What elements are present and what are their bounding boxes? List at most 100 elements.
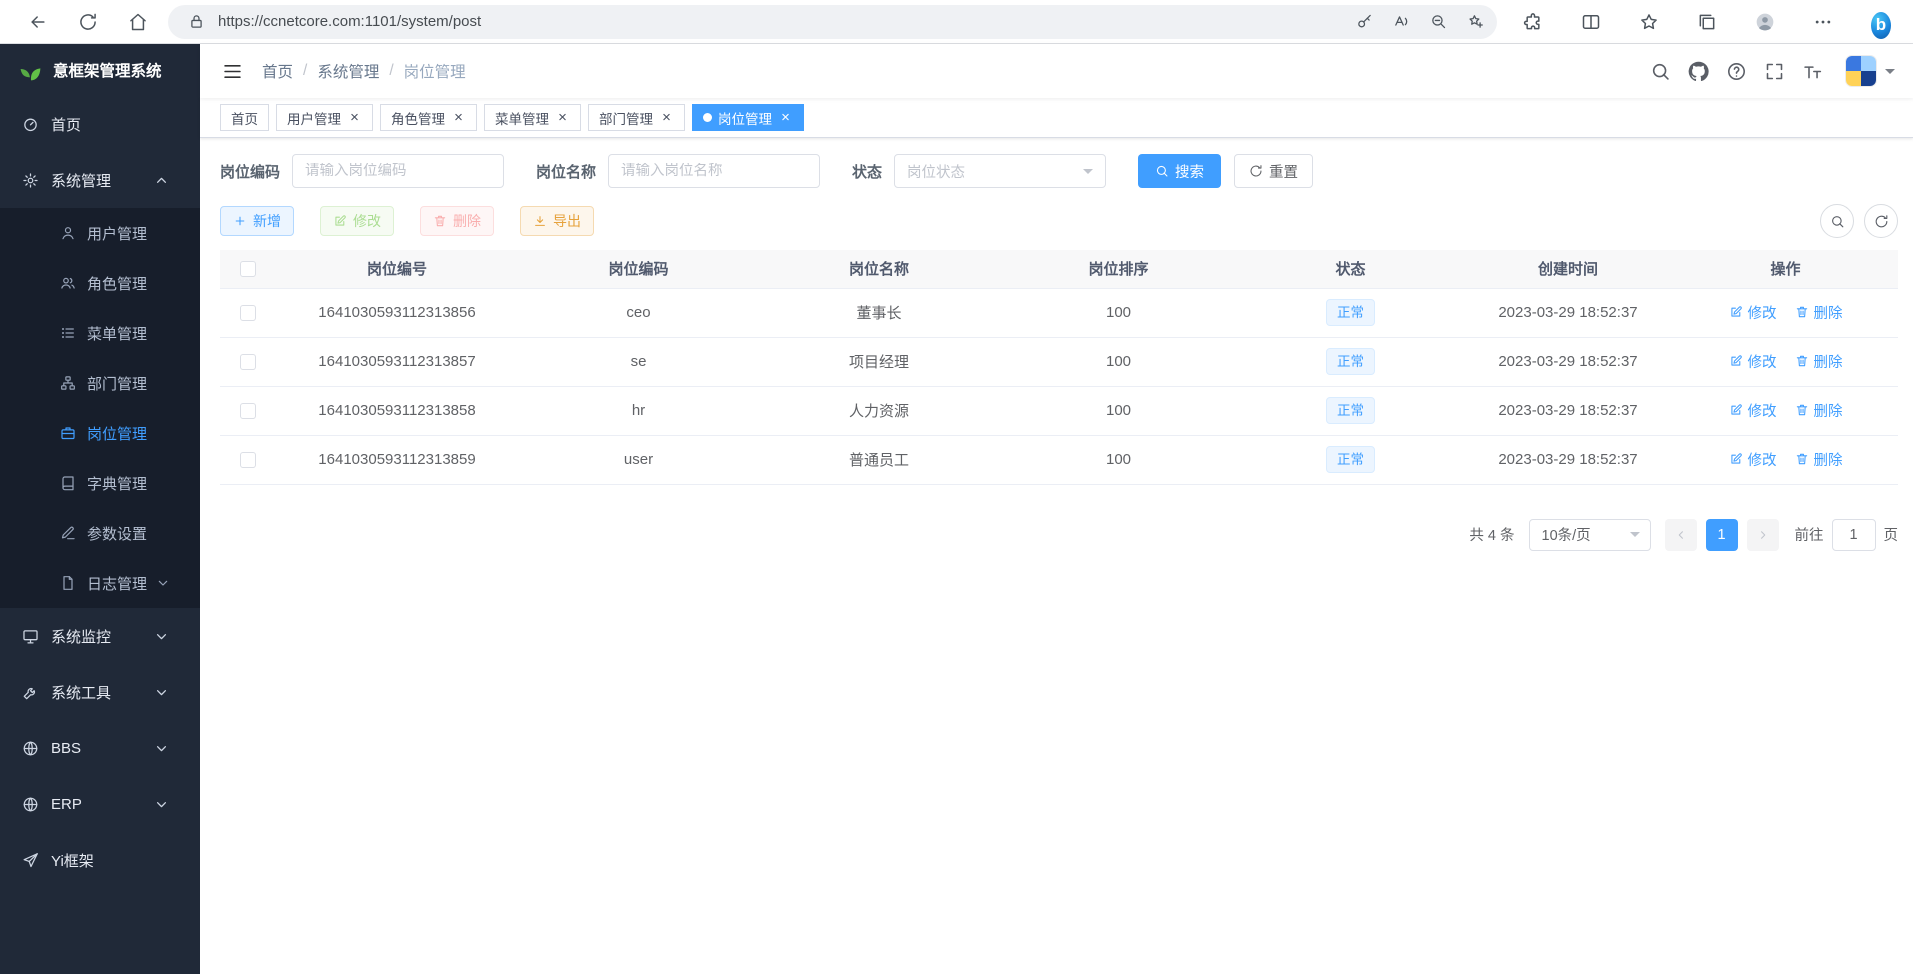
sidebar-item-user-management[interactable]: 用户管理 — [0, 208, 200, 258]
row-delete-link[interactable]: 删除 — [1795, 351, 1843, 372]
row-checkbox[interactable] — [240, 354, 256, 370]
row-checkbox[interactable] — [240, 452, 256, 468]
sidebar-item-yi-framework[interactable]: Yi框架 — [0, 832, 200, 888]
tag-user-management[interactable]: 用户管理× — [276, 104, 373, 131]
home-button[interactable] — [120, 4, 156, 40]
sidebar-item-label: 菜单管理 — [87, 323, 147, 344]
row-delete-link[interactable]: 删除 — [1795, 400, 1843, 421]
post-name-input[interactable] — [621, 163, 807, 179]
sidebar-item-bbs[interactable]: BBS — [0, 720, 200, 776]
goto-page-input[interactable] — [1832, 519, 1876, 551]
search-button[interactable]: 搜索 — [1138, 154, 1221, 188]
favorites-bar-button[interactable] — [1631, 4, 1667, 40]
sidebar-item-system-tools[interactable]: 系统工具 — [0, 664, 200, 720]
sidebar-item-post-management[interactable]: 岗位管理 — [0, 408, 200, 458]
sidebar-item-log-management[interactable]: 日志管理 — [0, 558, 200, 608]
close-icon[interactable]: × — [778, 110, 793, 125]
breadcrumb: 首页 / 系统管理 / 岗位管理 — [262, 60, 466, 82]
avatar[interactable] — [1845, 55, 1877, 87]
tag-dept-management[interactable]: 部门管理× — [588, 104, 685, 131]
user-menu[interactable] — [1845, 55, 1895, 87]
row-edit-link[interactable]: 修改 — [1729, 351, 1777, 372]
close-icon[interactable]: × — [555, 110, 570, 125]
zoom-out-button[interactable] — [1424, 8, 1452, 36]
table-row: 1641030593112313856ceo董事长100正常2023-03-29… — [220, 288, 1898, 337]
profile-button[interactable] — [1747, 4, 1783, 40]
sidebar-item-param-settings[interactable]: 参数设置 — [0, 508, 200, 558]
collections-button[interactable] — [1689, 4, 1725, 40]
address-bar[interactable]: https://ccnetcore.com:1101/system/post — [168, 5, 1497, 39]
tag-role-management[interactable]: 角色管理× — [380, 104, 477, 131]
fullscreen-icon — [1764, 61, 1785, 82]
row-delete-link[interactable]: 删除 — [1795, 449, 1843, 470]
close-icon[interactable]: × — [451, 110, 466, 125]
edit-square-icon — [1729, 354, 1743, 368]
url-text[interactable]: https://ccnetcore.com:1101/system/post — [218, 13, 1350, 30]
close-icon[interactable]: × — [659, 110, 674, 125]
split-screen-button[interactable] — [1573, 4, 1609, 40]
page-number-button[interactable]: 1 — [1706, 519, 1738, 551]
sidebar-item-dept-management[interactable]: 部门管理 — [0, 358, 200, 408]
refresh-table-button[interactable] — [1864, 204, 1898, 238]
breadcrumb-item-home[interactable]: 首页 — [262, 60, 293, 82]
question-button[interactable] — [1724, 59, 1749, 84]
search-button[interactable] — [1648, 59, 1673, 84]
github-icon — [1688, 61, 1709, 82]
leaf-icon — [18, 58, 43, 83]
sidebar-item-erp[interactable]: ERP — [0, 776, 200, 832]
tag-post-management[interactable]: 岗位管理× — [692, 104, 804, 131]
read-aloud-button[interactable] — [1387, 8, 1415, 36]
tag-menu-management[interactable]: 菜单管理× — [484, 104, 581, 131]
sidebar-menu: 首页系统管理用户管理角色管理菜单管理部门管理岗位管理字典管理参数设置日志管理系统… — [0, 96, 200, 974]
export-button[interactable]: 导出 — [520, 206, 594, 236]
github-button[interactable] — [1686, 59, 1711, 84]
main-area: 首页 / 系统管理 / 岗位管理 首页用户管理×角色管理×菜单管理×部门管理×岗… — [200, 44, 1913, 974]
add-button[interactable]: 新增 — [220, 206, 294, 236]
breadcrumb-item-system[interactable]: 系统管理 — [317, 60, 379, 82]
sidebar-item-label: 首页 — [51, 114, 81, 135]
fullscreen-button[interactable] — [1762, 59, 1787, 84]
site-info-button[interactable] — [182, 8, 210, 36]
sidebar-item-menu-management[interactable]: 菜单管理 — [0, 308, 200, 358]
extensions-button[interactable] — [1515, 4, 1551, 40]
post-code-input[interactable] — [305, 163, 491, 179]
row-checkbox[interactable] — [240, 305, 256, 321]
refresh-button[interactable] — [70, 4, 106, 40]
row-delete-link[interactable]: 删除 — [1795, 302, 1843, 323]
favorite-add-button[interactable] — [1461, 8, 1489, 36]
page-size-select[interactable]: 10条/页 — [1529, 519, 1651, 551]
text-size-icon — [1802, 61, 1823, 82]
sidebar-item-dict-management[interactable]: 字典管理 — [0, 458, 200, 508]
close-icon[interactable]: × — [347, 110, 362, 125]
browser-menu-button[interactable] — [1805, 4, 1841, 40]
next-page-button[interactable] — [1747, 519, 1779, 551]
navbar-icon-buttons — [1648, 59, 1825, 84]
navbar: 首页 / 系统管理 / 岗位管理 — [200, 44, 1913, 98]
sidebar-toggle-button[interactable] — [218, 57, 246, 85]
select-all-checkbox[interactable] — [240, 261, 256, 277]
key-button[interactable] — [1350, 8, 1378, 36]
row-edit-link[interactable]: 修改 — [1729, 400, 1777, 421]
chevron-down-icon — [153, 796, 170, 813]
row-edit-link[interactable]: 修改 — [1729, 302, 1777, 323]
text-size-button[interactable] — [1800, 59, 1825, 84]
cell-post-name: 人力资源 — [759, 386, 999, 435]
reset-button[interactable]: 重置 — [1234, 154, 1313, 188]
read-aloud-icon — [1393, 13, 1410, 30]
page-unit-label: 页 — [1884, 524, 1899, 545]
sidebar-item-role-management[interactable]: 角色管理 — [0, 258, 200, 308]
row-edit-link[interactable]: 修改 — [1729, 449, 1777, 470]
back-button[interactable] — [20, 4, 56, 40]
status-select[interactable]: 岗位状态 — [894, 154, 1106, 188]
bing-button[interactable]: b — [1863, 4, 1899, 40]
zoom-out-icon — [1430, 13, 1447, 30]
app-logo[interactable]: 意框架管理系统 — [0, 44, 200, 96]
sidebar-item-system-monitor[interactable]: 系统监控 — [0, 608, 200, 664]
row-checkbox[interactable] — [240, 403, 256, 419]
sidebar-item-home[interactable]: 首页 — [0, 96, 200, 152]
table-header-row: 岗位编号岗位编码岗位名称岗位排序状态创建时间操作 — [220, 250, 1898, 288]
prev-page-button[interactable] — [1665, 519, 1697, 551]
sidebar-item-system-management[interactable]: 系统管理 — [0, 152, 200, 208]
tag-home[interactable]: 首页 — [220, 104, 269, 131]
toggle-search-button[interactable] — [1820, 204, 1854, 238]
